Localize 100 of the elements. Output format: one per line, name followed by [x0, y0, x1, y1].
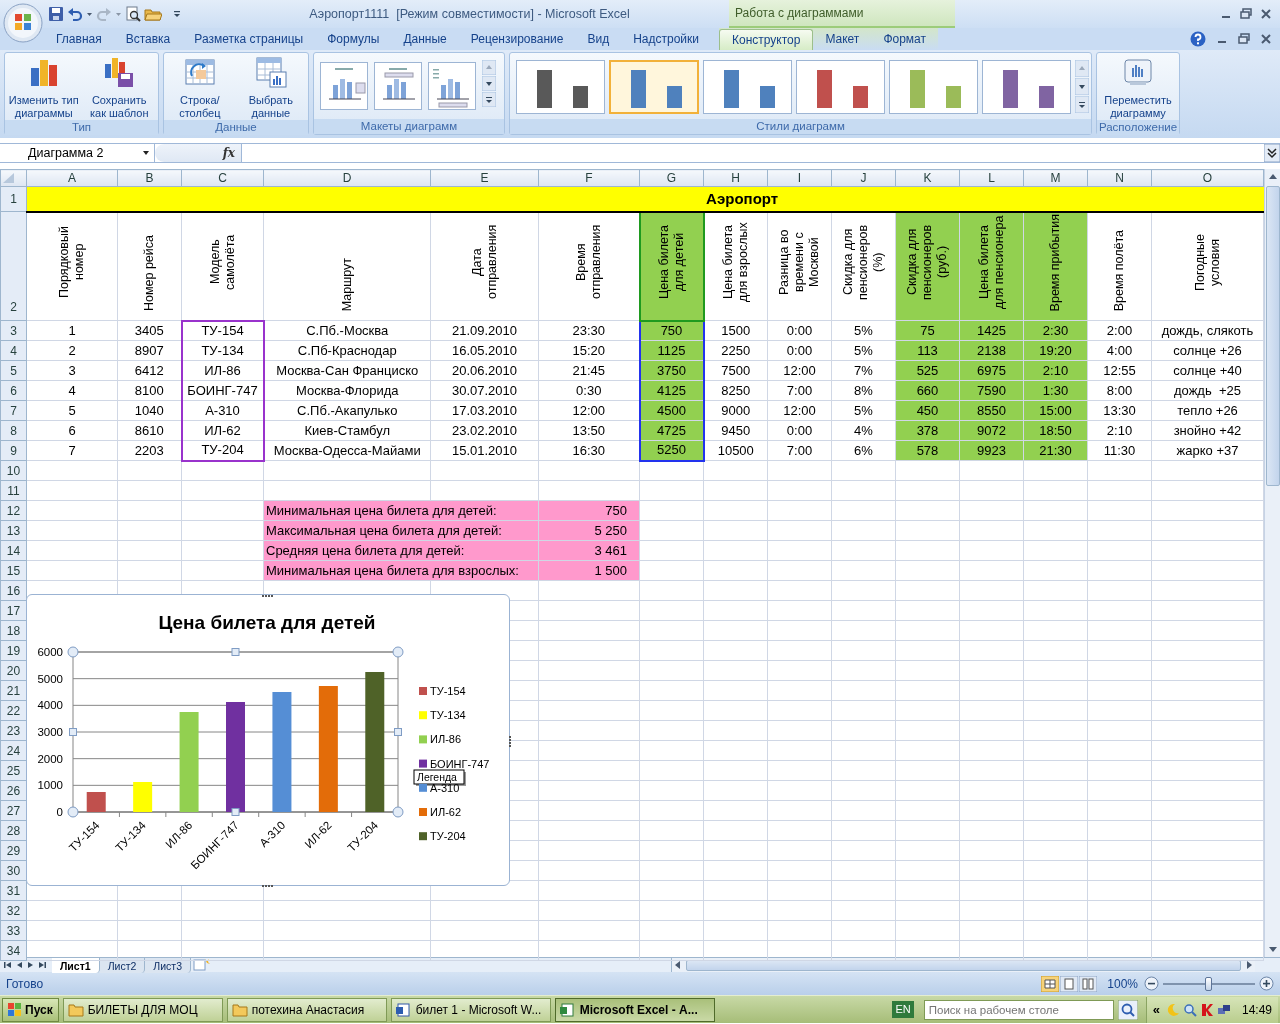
ribbon-tab[interactable]: Разметка страницы [182, 29, 316, 50]
ribbon-button[interactable]: Сохранить как шаблон [82, 56, 156, 120]
column-letter[interactable]: D [263, 169, 431, 187]
row-number[interactable]: 15 [0, 560, 27, 581]
ribbon-tab[interactable]: Вставка [113, 29, 183, 50]
row-number[interactable]: 29 [0, 840, 27, 861]
row-number[interactable]: 28 [0, 820, 27, 841]
row-number[interactable]: 17 [0, 600, 27, 621]
resize-handle[interactable] [394, 728, 402, 736]
column-letter[interactable]: H [703, 169, 768, 187]
chart-layout-option[interactable] [374, 62, 422, 110]
chart-layout-option[interactable] [428, 62, 476, 110]
row-number[interactable]: 1 [0, 186, 27, 212]
page-layout-icon[interactable] [1060, 975, 1079, 992]
row-number[interactable]: 24 [0, 740, 27, 761]
row-number[interactable]: 25 [0, 760, 27, 781]
row-number[interactable]: 31 [0, 880, 27, 901]
insert-function-button[interactable]: fx [155, 144, 241, 162]
row-number[interactable]: 19 [0, 640, 27, 661]
row-number[interactable]: 13 [0, 520, 27, 541]
column-letter[interactable]: O [1151, 169, 1264, 187]
ribbon-tab[interactable]: Конструктор [719, 29, 814, 50]
normal-view-icon[interactable] [1041, 975, 1060, 992]
undo-icon[interactable] [67, 6, 83, 22]
column-letter[interactable]: M [1023, 169, 1088, 187]
ribbon-tab[interactable]: Вид [575, 29, 622, 50]
chart-style-option[interactable] [796, 60, 885, 114]
zoom-out-icon[interactable] [1144, 976, 1159, 991]
last-sheet-icon[interactable] [38, 960, 46, 970]
ribbon-tab[interactable]: Данные [391, 29, 459, 50]
save-icon[interactable] [48, 6, 64, 22]
row-number[interactable]: 14 [0, 540, 27, 561]
row-number[interactable]: 21 [0, 680, 27, 701]
ribbon-button[interactable]: Изменить тип диаграммы [7, 56, 81, 120]
column-letter[interactable]: A [26, 169, 118, 187]
resize-handle[interactable] [231, 648, 240, 656]
row-number[interactable]: 3 [0, 320, 27, 341]
row-number[interactable]: 18 [0, 620, 27, 641]
taskbar-button[interactable]: билет 1 - Microsoft W... [390, 997, 551, 1022]
expand-icon[interactable] [1264, 144, 1280, 162]
taskbar-button[interactable]: БИЛЕТЫ ДЛЯ МОЦ [62, 997, 223, 1022]
ribbon-tab[interactable]: Формулы [315, 29, 392, 50]
scroll-down-icon[interactable] [1075, 78, 1089, 95]
expand-tray-button[interactable]: « [1152, 999, 1160, 1020]
antivirus-icon[interactable] [1199, 1002, 1214, 1017]
restore-icon[interactable] [1240, 8, 1252, 20]
row-number[interactable]: 23 [0, 720, 27, 741]
close-icon[interactable] [1260, 8, 1272, 20]
resize-handle[interactable] [69, 728, 77, 736]
resize-handle[interactable] [392, 806, 404, 818]
row-number[interactable]: 4 [0, 340, 27, 361]
magnifier-icon[interactable] [1182, 1002, 1197, 1017]
column-letter[interactable]: E [430, 169, 539, 187]
row-number[interactable]: 2 [0, 211, 27, 321]
row-number[interactable]: 7 [0, 400, 27, 421]
column-letter[interactable]: I [767, 169, 832, 187]
resize-handle[interactable] [67, 806, 79, 818]
ribbon-tab[interactable]: Макет [813, 29, 872, 50]
row-number[interactable]: 9 [0, 440, 27, 461]
search-field[interactable]: Поиск на рабочем столе [923, 999, 1114, 1020]
resize-handle[interactable] [392, 646, 404, 658]
vertical-scrollbar[interactable] [1264, 169, 1280, 957]
ribbon-tab[interactable]: Формат [871, 29, 938, 50]
zoom-level-text[interactable]: 100% [1107, 974, 1138, 993]
column-letter[interactable]: B [117, 169, 182, 187]
scroll-down-icon[interactable] [482, 76, 496, 91]
language-indicator[interactable]: EN [892, 1001, 914, 1018]
row-number[interactable]: 32 [0, 900, 27, 921]
more-icon[interactable] [1075, 96, 1089, 113]
column-letter[interactable]: J [831, 169, 896, 187]
resize-handle[interactable] [67, 646, 79, 658]
zoom-slider-thumb[interactable] [1205, 976, 1212, 991]
row-number[interactable]: 10 [0, 460, 27, 481]
resize-handle[interactable] [231, 808, 240, 816]
zoom-in-icon[interactable] [1259, 976, 1274, 991]
column-letter[interactable]: L [959, 169, 1024, 187]
ribbon-tab[interactable]: Надстройки [621, 29, 711, 50]
first-sheet-icon[interactable] [4, 960, 12, 970]
chart-style-option[interactable] [703, 60, 792, 114]
search-icon[interactable] [1117, 999, 1138, 1020]
column-letter[interactable]: N [1087, 169, 1152, 187]
close-icon[interactable] [1260, 33, 1272, 45]
chart-style-option[interactable] [982, 60, 1071, 114]
row-number[interactable]: 16 [0, 580, 27, 601]
row-number[interactable]: 5 [0, 360, 27, 381]
ribbon-button[interactable]: Переместить диаграмму [1099, 56, 1177, 120]
previous-sheet-icon[interactable] [16, 960, 23, 970]
ribbon-tab[interactable]: Рецензирование [458, 29, 576, 50]
taskbar-button[interactable]: потехина Анастасия [226, 997, 387, 1022]
row-number[interactable]: 27 [0, 800, 27, 821]
help-icon[interactable] [1190, 31, 1206, 47]
taskbar-button[interactable]: Microsoft Excel - А... [554, 997, 715, 1022]
row-number[interactable]: 34 [0, 940, 27, 961]
row-number[interactable]: 20 [0, 660, 27, 681]
restore-icon[interactable] [1238, 33, 1250, 45]
column-letter[interactable]: G [639, 169, 704, 187]
column-letter[interactable]: K [895, 169, 960, 187]
row-number[interactable]: 30 [0, 860, 27, 881]
row-number[interactable]: 11 [0, 480, 27, 501]
chart-layout-option[interactable] [320, 62, 368, 110]
